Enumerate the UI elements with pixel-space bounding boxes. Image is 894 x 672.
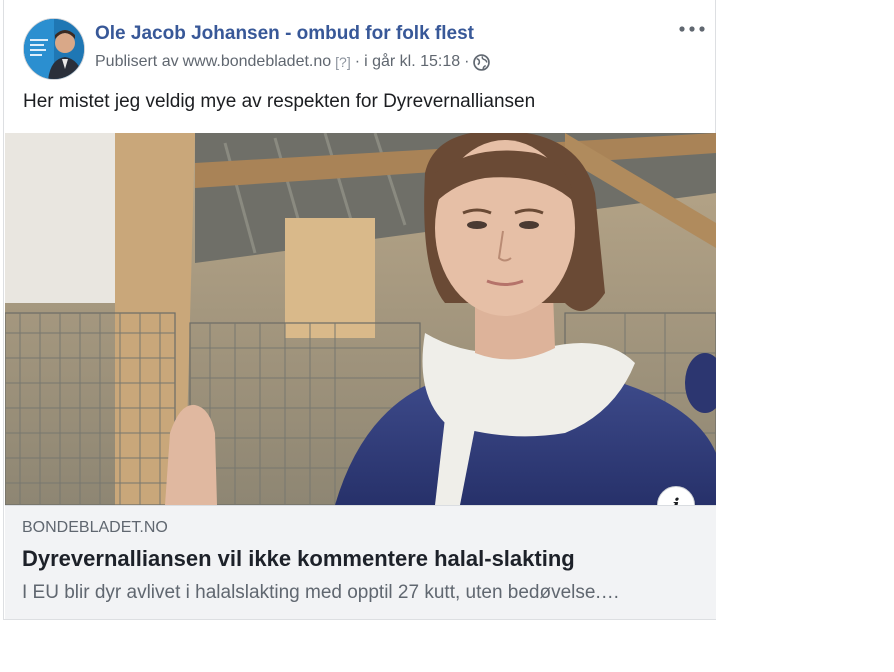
link-description: I EU blir dyr avlivet i halalslakting me… bbox=[22, 582, 620, 603]
avatar-image bbox=[24, 19, 84, 79]
post-text: Her mistet jeg veldig mye av respekten f… bbox=[23, 91, 536, 112]
published-prefix: Publisert av bbox=[95, 53, 179, 70]
link-preview-image[interactable] bbox=[5, 133, 716, 505]
post-timestamp[interactable]: i går kl. 15:18 bbox=[364, 53, 460, 71]
link-headline[interactable]: Dyrevernalliansen vil ikke kommentere ha… bbox=[22, 546, 575, 572]
link-preview-box[interactable]: BONDEBLADET.NO Dyrevernalliansen vil ikk… bbox=[5, 505, 716, 619]
published-site-link[interactable]: www.bondebladet.no bbox=[183, 53, 332, 71]
author-name-link[interactable]: Ole Jacob Johansen - ombud for folk fles… bbox=[95, 23, 474, 45]
photo-woman-in-barn bbox=[5, 133, 716, 505]
post-card: Ole Jacob Johansen - ombud for folk fles… bbox=[3, 0, 716, 620]
meta-separator: · bbox=[464, 53, 470, 70]
more-options-icon[interactable] bbox=[677, 18, 707, 40]
link-domain: BONDEBLADET.NO bbox=[22, 519, 168, 536]
help-marker[interactable]: [?] bbox=[335, 54, 351, 70]
post-meta: Publisert av www.bondebladet.no [?] · i … bbox=[95, 53, 491, 71]
globe-icon[interactable] bbox=[473, 53, 491, 71]
author-avatar[interactable] bbox=[23, 18, 85, 80]
meta-separator: · bbox=[354, 53, 361, 70]
